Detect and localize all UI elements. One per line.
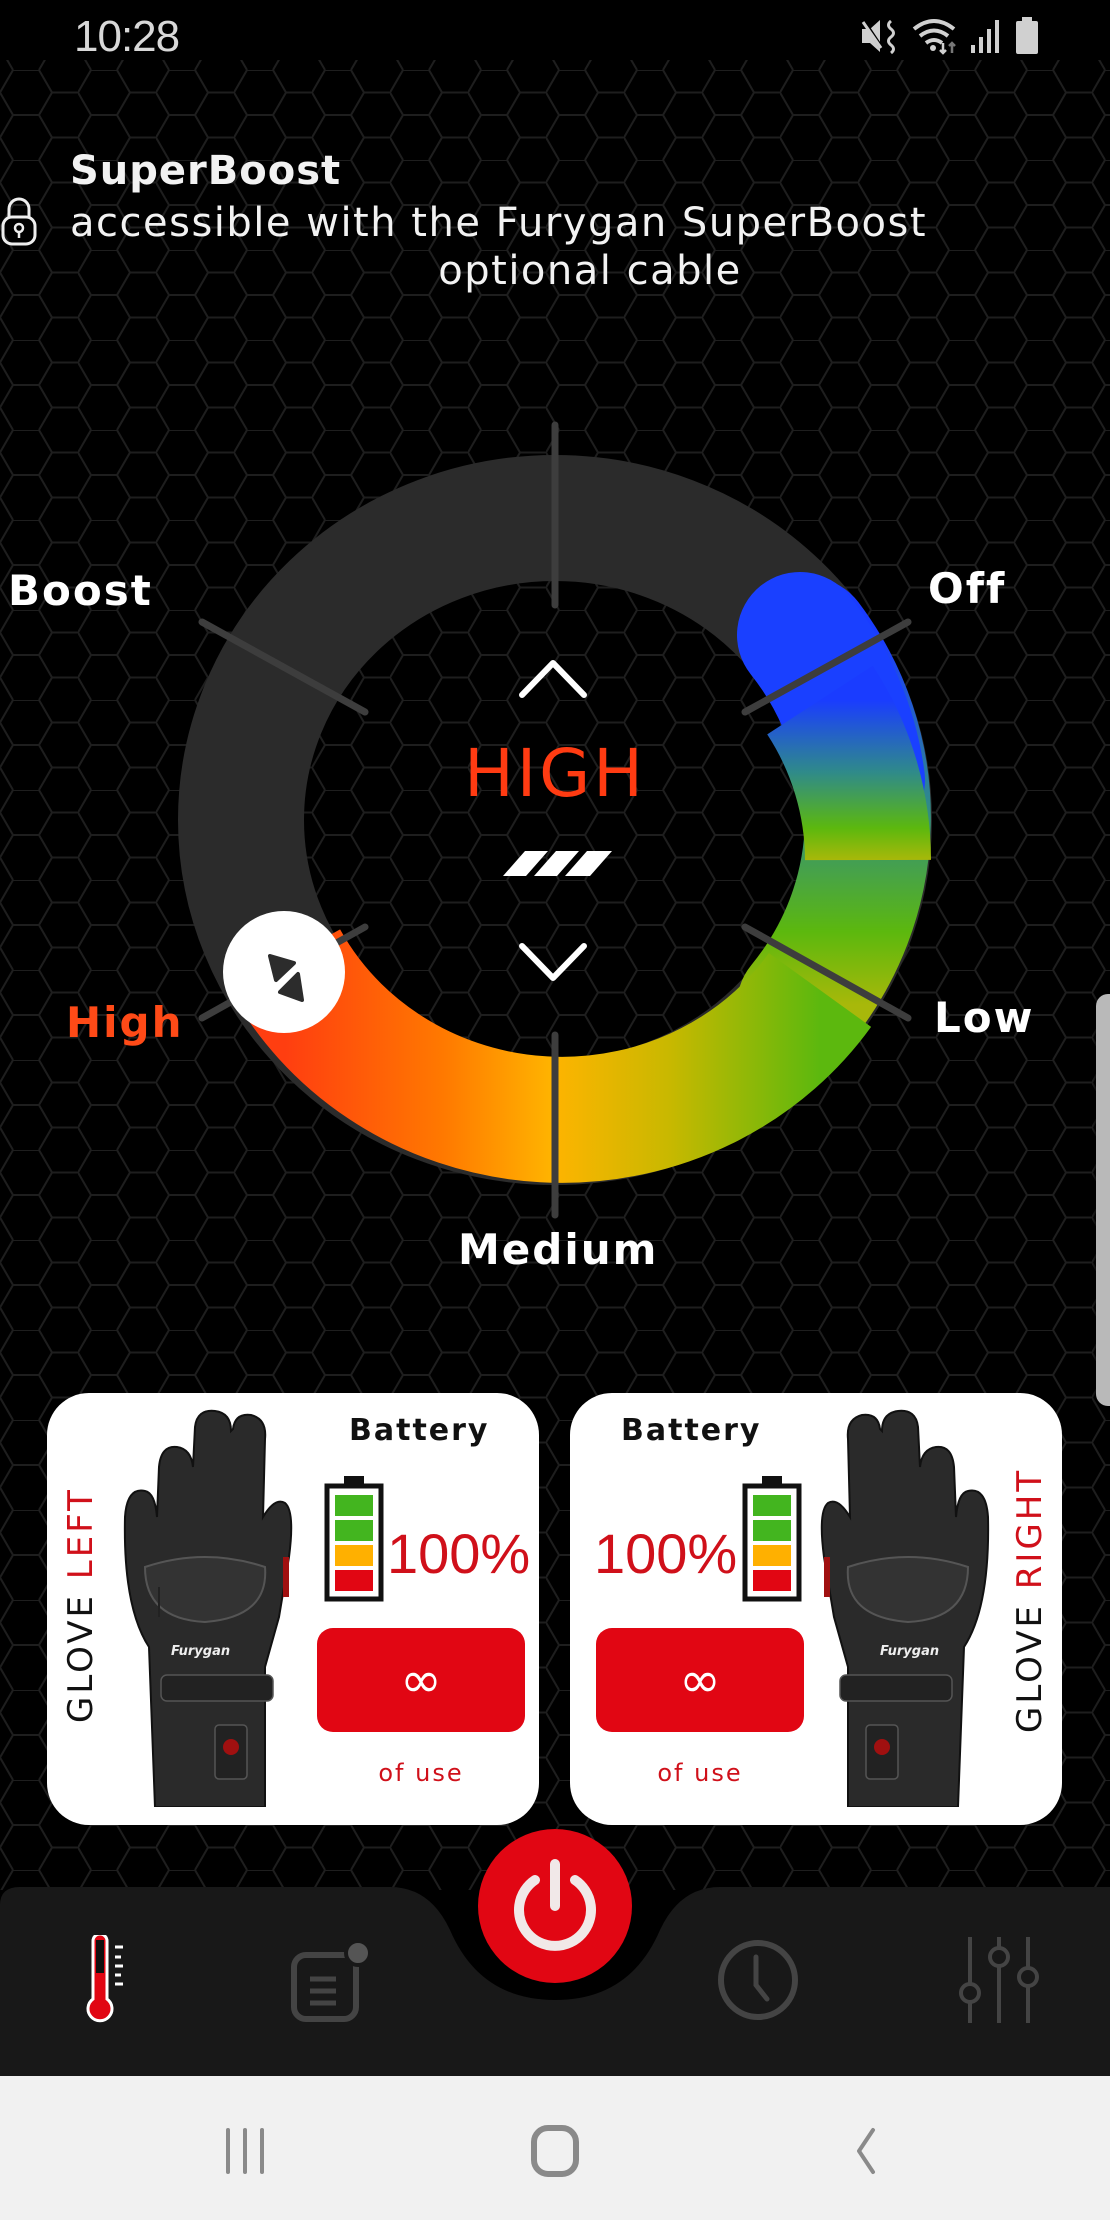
heat-level-dial[interactable] xyxy=(0,380,1110,1280)
power-icon xyxy=(514,1859,596,1951)
signal-icon xyxy=(971,20,999,53)
superboost-description: accessible with the Furygan SuperBoost xyxy=(70,200,928,246)
recent-apps-icon xyxy=(226,2128,264,2174)
back-icon xyxy=(857,2128,875,2174)
level-label-low[interactable]: Low xyxy=(934,993,1034,1042)
system-nav-bar xyxy=(0,2076,1110,2220)
dial-knob[interactable] xyxy=(223,911,345,1033)
glove-right-label: GLOVE RIGHT xyxy=(1010,1467,1050,1733)
glove-left-image: Furygan xyxy=(123,1409,293,1807)
back-button[interactable] xyxy=(822,2116,912,2186)
svg-text:Furygan: Furygan xyxy=(171,1644,230,1659)
lock-icon xyxy=(1,197,37,246)
note-icon xyxy=(291,1939,372,2022)
edge-panel-handle[interactable] xyxy=(1096,994,1110,1406)
glove-left-label: GLOVE LEFT xyxy=(61,1487,101,1723)
level-label-off[interactable]: Off xyxy=(928,564,1006,613)
level-label-boost[interactable]: Boost xyxy=(8,566,153,615)
superboost-title: SuperBoost xyxy=(70,148,342,194)
level-label-medium[interactable]: Medium xyxy=(458,1225,658,1274)
battery-title: Battery xyxy=(621,1413,762,1448)
battery-level-icon xyxy=(324,1476,384,1602)
usage-time-button[interactable]: ∞ xyxy=(596,1628,804,1732)
nav-notes[interactable] xyxy=(274,1925,384,2035)
status-time: 10:28 xyxy=(74,12,180,61)
battery-title: Battery xyxy=(349,1413,490,1448)
intensity-bars xyxy=(503,851,612,876)
usage-label: of use xyxy=(657,1759,743,1787)
home-button[interactable] xyxy=(510,2116,600,2186)
nav-settings[interactable] xyxy=(942,1925,1052,2035)
nav-timer[interactable] xyxy=(703,1925,813,2035)
wifi-icon xyxy=(912,19,956,55)
thermometer-icon xyxy=(86,1935,123,2023)
level-label-high[interactable]: High xyxy=(66,998,184,1047)
svg-text:Furygan: Furygan xyxy=(880,1644,939,1659)
clock-icon xyxy=(718,1940,798,2020)
home-icon xyxy=(531,2125,579,2177)
chevron-down-icon[interactable] xyxy=(519,943,587,981)
current-level-display: HIGH xyxy=(464,735,646,812)
battery-percent: 100% xyxy=(387,1522,531,1585)
superboost-description-cont: optional cable xyxy=(438,248,742,294)
glove-right-image: Furygan xyxy=(820,1409,990,1807)
glove-right-card[interactable]: Battery 100% ∞ of use Furygan GLOVE RIGH… xyxy=(570,1393,1062,1825)
chevron-up-icon[interactable] xyxy=(519,660,587,698)
battery-level-icon xyxy=(742,1476,802,1602)
nav-heating[interactable] xyxy=(52,1925,162,2035)
recent-apps-button[interactable] xyxy=(200,2116,290,2186)
glove-left-card[interactable]: GLOVE LEFT Furygan Battery 100% ∞ of use xyxy=(47,1393,539,1825)
battery-icon xyxy=(1016,17,1038,54)
usage-label: of use xyxy=(378,1759,464,1787)
power-button[interactable] xyxy=(478,1829,632,1983)
status-bar: 10:28 xyxy=(0,0,1110,72)
sliders-icon xyxy=(959,1937,1039,2023)
mute-vibrate-icon xyxy=(861,18,895,55)
usage-time-button[interactable]: ∞ xyxy=(317,1628,525,1732)
battery-percent: 100% xyxy=(594,1522,738,1585)
